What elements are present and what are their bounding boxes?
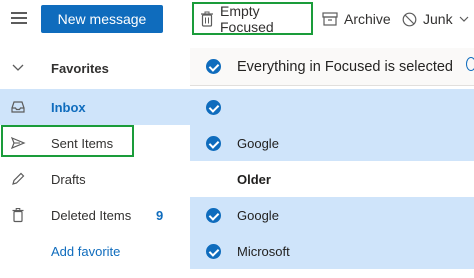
junk-label: Junk <box>423 11 453 27</box>
favorites-label: Favorites <box>51 60 109 76</box>
add-favorite-link[interactable]: Add favorite <box>0 233 190 269</box>
selection-banner: Everything in Focused is selected <box>190 48 474 86</box>
inbox-icon <box>11 101 25 113</box>
message-row[interactable]: Google <box>190 125 474 161</box>
favorites-group-header[interactable]: Favorites <box>0 50 190 86</box>
pencil-icon <box>12 172 25 185</box>
trash-icon <box>12 208 24 223</box>
empty-focused-button[interactable]: Empty Focused <box>192 2 313 35</box>
chevron-down-icon[interactable] <box>10 60 26 76</box>
checkmark-icon[interactable] <box>206 208 221 223</box>
select-all-checkbox-icon[interactable] <box>206 59 221 74</box>
message-row[interactable]: Google <box>190 197 474 233</box>
message-row[interactable]: Microsoft <box>190 233 474 269</box>
junk-button[interactable]: Junk <box>402 0 469 38</box>
archive-icon <box>322 12 338 26</box>
sidebar-item-deleted-items[interactable]: Deleted Items 9 <box>0 197 190 233</box>
message-row[interactable] <box>190 89 474 125</box>
chevron-down-icon <box>459 16 469 22</box>
selection-banner-text: Everything in Focused is selected <box>237 58 453 75</box>
trash-icon <box>201 11 213 27</box>
hamburger-menu-icon[interactable] <box>11 12 27 24</box>
sidebar-item-drafts[interactable]: Drafts <box>0 161 190 197</box>
highlight-outline <box>1 125 134 157</box>
checkmark-icon[interactable] <box>206 136 221 151</box>
checkmark-icon[interactable] <box>206 100 221 115</box>
archive-label: Archive <box>344 11 391 27</box>
message-sender: Microsoft <box>237 243 290 259</box>
checkmark-icon[interactable] <box>206 244 221 259</box>
block-icon <box>402 12 417 26</box>
message-sender: Google <box>237 135 279 151</box>
top-command-bar: New message Empty Focused Archive Junk <box>0 0 474 38</box>
message-list: Everything in Focused is selected Google… <box>190 48 474 278</box>
unread-count-badge: 9 <box>156 207 164 223</box>
empty-focused-label: Empty Focused <box>220 2 274 35</box>
message-sender: Google <box>237 207 279 223</box>
sidebar-item-inbox[interactable]: Inbox <box>0 89 190 125</box>
sidebar-item-label: Drafts <box>51 171 86 187</box>
new-message-button[interactable]: New message <box>41 5 163 33</box>
group-header-older: Older <box>190 161 474 197</box>
add-favorite-label: Add favorite <box>51 243 121 259</box>
group-header-label: Older <box>237 171 271 187</box>
sidebar-item-label: Deleted Items <box>51 207 132 223</box>
folder-pane: Favorites Inbox Sent Items Drafts Delete… <box>0 48 190 278</box>
sidebar-item-label: Inbox <box>51 99 86 115</box>
clear-selection-icon[interactable] <box>466 57 474 71</box>
archive-button[interactable]: Archive <box>322 0 391 38</box>
